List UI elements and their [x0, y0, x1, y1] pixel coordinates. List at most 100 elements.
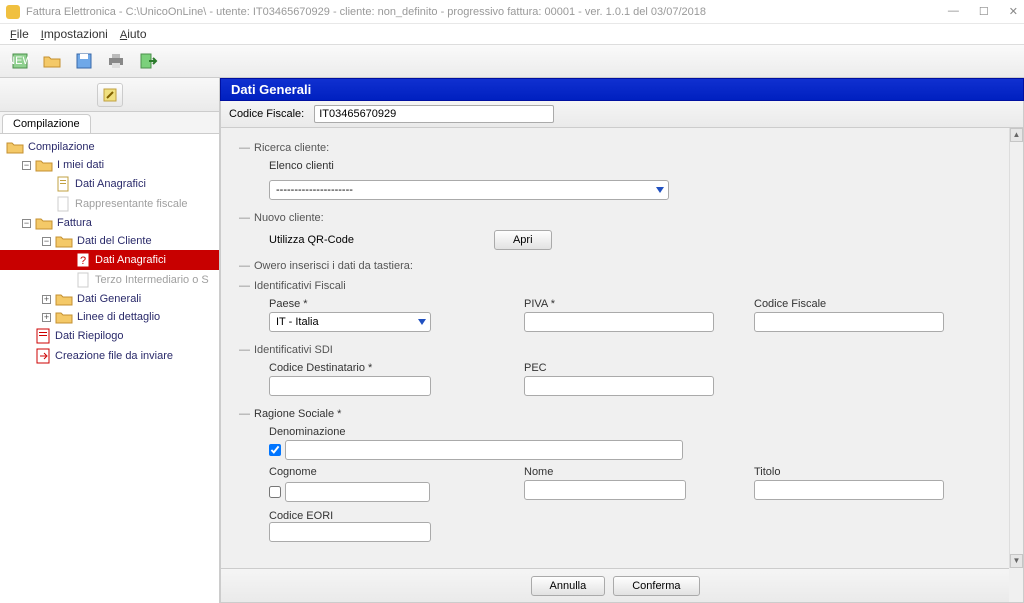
cf-input[interactable] — [314, 105, 554, 123]
tree-node-terzo-intermediario[interactable]: Terzo Intermediario o S — [0, 270, 219, 290]
cod-dest-label: Codice Destinatario — [269, 362, 504, 374]
chevron-down-icon — [656, 187, 664, 193]
nome-label: Nome — [524, 466, 734, 478]
titlebar: Fattura Elettronica - C:\UnicoOnLine\ - … — [0, 0, 1024, 24]
piva-label: PIVA — [524, 298, 734, 310]
send-file-icon — [35, 348, 51, 364]
tree-node-rappr-fiscale[interactable]: Rappresentante fiscale — [0, 194, 219, 214]
menu-impostazioni[interactable]: Impostazioni — [41, 27, 108, 41]
tree-label: I miei dati — [57, 159, 104, 171]
open-button[interactable] — [38, 47, 66, 75]
tree-label: Linee di dettaglio — [77, 311, 160, 323]
pec-label: PEC — [524, 362, 991, 374]
folder-open-icon — [42, 51, 62, 71]
cognome-checkbox[interactable] — [269, 486, 281, 498]
pencil-icon — [102, 87, 118, 103]
folder-icon — [35, 216, 53, 230]
tree: Compilazione − I miei dati Dati Anagrafi… — [0, 134, 219, 603]
combo-value: IT - Italia — [276, 316, 319, 328]
summary-icon — [35, 328, 51, 344]
tree-label: Fattura — [57, 217, 92, 229]
conferma-button[interactable]: Conferma — [613, 576, 699, 596]
denominazione-label: Denominazione — [269, 426, 345, 438]
exit-button[interactable] — [134, 47, 162, 75]
sidebar-edit-button[interactable] — [97, 83, 123, 107]
combo-value: --------------------- — [276, 184, 353, 196]
question-icon: ? — [75, 252, 91, 268]
cod-dest-input[interactable] — [269, 376, 431, 396]
app-icon — [6, 5, 20, 19]
tree-label: Dati Anagrafici — [75, 178, 146, 190]
collapse-icon[interactable]: − — [22, 161, 31, 170]
tree-node-dati-generali[interactable]: + Dati Generali — [0, 290, 219, 308]
maximize-button[interactable]: ☐ — [979, 5, 989, 18]
scroll-up-icon[interactable]: ▲ — [1010, 128, 1023, 142]
folder-icon — [6, 140, 24, 154]
new-icon: NEW — [10, 51, 30, 71]
footer-bar: Annulla Conferma — [221, 568, 1009, 602]
vertical-scrollbar[interactable]: ▲ ▼ — [1009, 128, 1023, 568]
pec-input[interactable] — [524, 376, 714, 396]
piva-input[interactable] — [524, 312, 714, 332]
menubar: File Impostazioni Aiuto — [0, 24, 1024, 44]
id-sdi-legend: Identificativi SDI — [254, 344, 333, 356]
tree-node-dati-cliente[interactable]: − Dati del Cliente — [0, 232, 219, 250]
nuovo-cliente-legend: Nuovo cliente: — [254, 212, 324, 224]
cognome-input[interactable] — [285, 482, 430, 502]
denominazione-checkbox[interactable] — [269, 444, 281, 456]
tree-node-creazione-file[interactable]: Creazione file da inviare — [0, 346, 219, 366]
new-button[interactable]: NEW — [6, 47, 34, 75]
tree-label: Dati del Cliente — [77, 235, 152, 247]
print-button[interactable] — [102, 47, 130, 75]
tree-node-dati-anagrafici-2[interactable]: ? Dati Anagrafici — [0, 250, 219, 270]
exit-icon — [138, 51, 158, 71]
annulla-button[interactable]: Annulla — [531, 576, 606, 596]
codice-fiscale-label: Codice Fiscale — [754, 298, 991, 310]
close-button[interactable]: ✕ — [1009, 5, 1018, 18]
collapse-icon[interactable]: − — [42, 237, 51, 246]
elenco-clienti-combo[interactable]: --------------------- — [269, 180, 669, 200]
sidebar-edit-bar — [0, 78, 219, 112]
tree-label: Terzo Intermediario o S — [95, 274, 209, 286]
folder-icon — [35, 158, 53, 172]
tree-label: Dati Riepilogo — [55, 330, 123, 342]
ricerca-cliente-legend: Ricerca cliente: — [254, 142, 329, 154]
menu-aiuto[interactable]: Aiuto — [120, 27, 147, 41]
tree-node-dati-riepilogo[interactable]: Dati Riepilogo — [0, 326, 219, 346]
codice-fiscale-input[interactable] — [754, 312, 944, 332]
tree-node-fattura[interactable]: − Fattura — [0, 214, 219, 232]
toolbar: NEW — [0, 44, 1024, 78]
tab-compilazione[interactable]: Compilazione — [2, 114, 91, 133]
svg-text:?: ? — [80, 255, 86, 267]
elenco-clienti-label: Elenco clienti — [269, 160, 991, 172]
save-icon — [74, 51, 94, 71]
scroll-down-icon[interactable]: ▼ — [1010, 554, 1023, 568]
nome-input[interactable] — [524, 480, 686, 500]
save-button[interactable] — [70, 47, 98, 75]
owero-legend: Owero inserisci i dati da tastiera: — [254, 260, 413, 272]
folder-icon — [55, 292, 73, 306]
paese-combo[interactable]: IT - Italia — [269, 312, 431, 332]
codice-eori-input[interactable] — [269, 522, 431, 542]
tree-node-miei-dati[interactable]: − I miei dati — [0, 156, 219, 174]
minimize-button[interactable]: — — [948, 5, 959, 18]
tree-node-linee-dettaglio[interactable]: + Linee di dettaglio — [0, 308, 219, 326]
menu-file[interactable]: File — [10, 27, 29, 41]
document-icon — [75, 272, 91, 288]
apri-button[interactable]: Apri — [494, 230, 552, 250]
panel-title: Dati Generali — [220, 78, 1024, 101]
titolo-input[interactable] — [754, 480, 944, 500]
expand-icon[interactable]: + — [42, 313, 51, 322]
id-fiscali-legend: Identificativi Fiscali — [254, 280, 346, 292]
denominazione-input[interactable] — [285, 440, 683, 460]
sidebar: Compilazione Compilazione − I miei dati … — [0, 78, 220, 603]
collapse-icon[interactable]: − — [22, 219, 31, 228]
tree-node-dati-anagrafici-1[interactable]: Dati Anagrafici — [0, 174, 219, 194]
folder-icon — [55, 234, 73, 248]
tree-node-compilazione[interactable]: Compilazione — [0, 138, 219, 156]
tree-label: Dati Anagrafici — [95, 254, 166, 266]
expand-icon[interactable]: + — [42, 295, 51, 304]
tree-label: Compilazione — [28, 141, 95, 153]
codice-fiscale-row: Codice Fiscale: — [220, 101, 1024, 128]
tree-label: Rappresentante fiscale — [75, 198, 188, 210]
